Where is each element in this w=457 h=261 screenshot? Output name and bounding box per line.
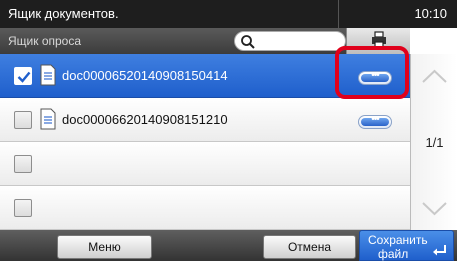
title-bar: Ящик документов. 10:10 <box>0 0 457 28</box>
box-name: Ящик опроса <box>8 34 82 48</box>
file-row[interactable]: doc00006620140908151210 ••• <box>0 98 410 142</box>
menu-button[interactable]: Меню <box>57 235 152 259</box>
clock: 10:10 <box>414 6 447 21</box>
cancel-button[interactable]: Отмена <box>263 235 356 259</box>
row-checkbox[interactable] <box>14 111 32 129</box>
row-checkbox[interactable] <box>14 199 32 217</box>
row-checkbox[interactable] <box>14 67 32 85</box>
search-input[interactable] <box>234 31 346 51</box>
row-checkbox[interactable] <box>14 155 32 173</box>
enter-icon <box>433 245 446 256</box>
search-icon <box>241 35 255 49</box>
file-row-empty[interactable] <box>0 142 410 186</box>
file-name: doc00006620140908151210 <box>62 112 228 127</box>
file-row-empty[interactable] <box>0 186 410 230</box>
right-panel-header <box>410 28 457 54</box>
detail-button[interactable]: ••• <box>358 114 392 129</box>
document-icon <box>40 108 56 130</box>
page-indicator: 1/1 <box>425 135 444 150</box>
scroll-down-button[interactable] <box>411 186 457 230</box>
chevron-up-icon <box>422 69 447 83</box>
highlight-frame <box>335 46 409 99</box>
file-name: doc00006520140908150414 <box>62 68 228 83</box>
scroll-panel: 1/1 <box>410 54 457 230</box>
document-icon <box>40 64 56 86</box>
more-dots-icon: ••• <box>371 114 380 125</box>
checkmark-icon <box>17 71 31 83</box>
action-bar: Меню Отмена Сохранить файл <box>0 230 457 261</box>
save-file-button[interactable]: Сохранить файл <box>359 230 454 261</box>
scroll-up-button[interactable] <box>411 54 457 98</box>
screen-title: Ящик документов. <box>8 6 119 21</box>
chevron-down-icon <box>422 202 447 216</box>
